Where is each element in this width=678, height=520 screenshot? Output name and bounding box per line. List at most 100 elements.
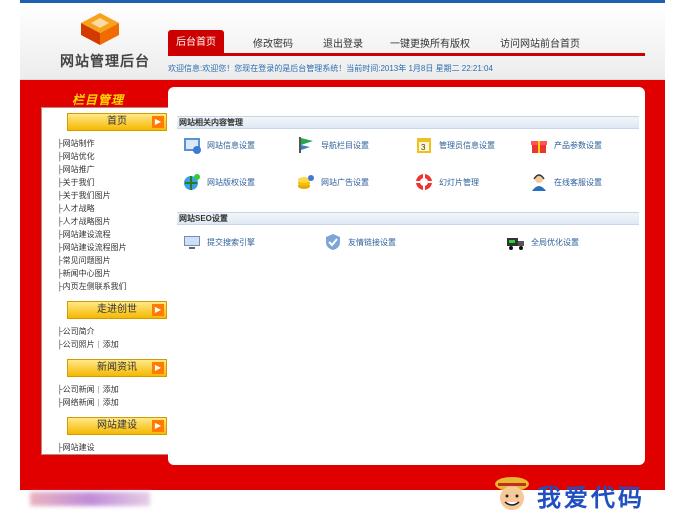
sidebar-item[interactable]: ├网站建设 bbox=[57, 441, 174, 454]
section-title: 网站相关内容管理 bbox=[177, 116, 639, 129]
sidebar-item-label: 网站推广 bbox=[62, 165, 95, 174]
tile-label: 管理员信息设置 bbox=[439, 140, 495, 150]
site-info-icon bbox=[184, 138, 201, 154]
sidebar-item[interactable]: ├网站建设流程 bbox=[57, 228, 174, 241]
sidebar-item-label: 公司简介 bbox=[62, 327, 95, 336]
triangle-right-icon: ▶ bbox=[152, 362, 164, 374]
add-link[interactable]: 添加 bbox=[103, 340, 119, 349]
tile-slideshow[interactable]: 幻灯片管理 bbox=[414, 172, 479, 192]
section-seo: 网站SEO设置 bbox=[177, 212, 639, 225]
support-agent-icon bbox=[532, 174, 546, 191]
sidebar-item-label: 关于我们 bbox=[62, 178, 95, 187]
nav-tab-home[interactable]: 后台首页 bbox=[168, 30, 224, 55]
tile-copyright[interactable]: 网站版权设置 bbox=[182, 172, 255, 192]
tile-label: 全局优化设置 bbox=[531, 237, 579, 247]
sidebar-item[interactable]: ├关于我们图片 bbox=[57, 189, 174, 202]
sidebar-item[interactable]: ├公司简介 bbox=[57, 325, 174, 338]
sidebar-group-label: 新闻资讯 bbox=[97, 362, 137, 373]
sidebar-item-label: 人才战略图片 bbox=[62, 217, 111, 226]
welcome-message: 欢迎信息:欢迎您！您现在登录的是后台管理系统！当前时间:2013年 1月8日 星… bbox=[168, 64, 493, 73]
sidebar-item-label: 人才战略 bbox=[62, 204, 95, 213]
sidebar-group-website[interactable]: 网站建设 ▶ bbox=[67, 417, 167, 435]
triangle-right-icon: ▶ bbox=[152, 420, 164, 432]
tile-label: 提交搜索引擎 bbox=[207, 237, 255, 247]
blurred-footer-text bbox=[30, 492, 150, 506]
sidebar-item[interactable]: ├公司照片 | 添加 bbox=[57, 338, 174, 351]
tile-label: 在线客服设置 bbox=[554, 177, 602, 187]
sidebar-group-label: 网站建设 bbox=[97, 420, 137, 431]
sidebar-item-label: 网络新闻 bbox=[62, 398, 95, 407]
tile-site-info[interactable]: 网站信息设置 bbox=[182, 135, 255, 155]
tile-online-support[interactable]: 在线客服设置 bbox=[529, 172, 602, 192]
truck-icon bbox=[507, 238, 524, 250]
sidebar: 首页 ▶ ├网站制作 ├网站优化 ├网站推广 ├关于我们 ├关于我们图片 ├人才… bbox=[41, 107, 183, 455]
tile-global-seo[interactable]: 全局优化设置 bbox=[506, 232, 579, 252]
tile-label: 网站信息设置 bbox=[207, 140, 255, 150]
sidebar-item[interactable]: ├人才战略图片 bbox=[57, 215, 174, 228]
sidebar-title: 栏目管理 bbox=[72, 93, 125, 107]
add-link[interactable]: 添加 bbox=[103, 398, 119, 407]
tile-label: 幻灯片管理 bbox=[439, 177, 479, 187]
tile-label: 产品参数设置 bbox=[554, 140, 602, 150]
sidebar-item[interactable]: ├网站优化 bbox=[57, 150, 174, 163]
sidebar-item-label: 新闻中心图片 bbox=[62, 269, 111, 278]
sidebar-item-label: 常见问题图片 bbox=[62, 256, 111, 265]
sidebar-group-news[interactable]: 新闻资讯 ▶ bbox=[67, 359, 167, 377]
svg-text:3: 3 bbox=[421, 143, 426, 152]
sidebar-group-label: 首页 bbox=[107, 116, 127, 127]
sidebar-item[interactable]: ├网站制作 bbox=[57, 137, 174, 150]
monitor-icon bbox=[184, 236, 200, 249]
sidebar-item[interactable]: ├内页左侧联系我们 bbox=[57, 280, 174, 293]
sidebar-item[interactable]: ├网络新闻 | 添加 bbox=[57, 396, 174, 409]
sidebar-group-about[interactable]: 走进创世 ▶ bbox=[67, 301, 167, 319]
sidebar-item[interactable]: ├人才战略 bbox=[57, 202, 174, 215]
logo-text: 网站管理后台 bbox=[60, 53, 150, 69]
header: 网站管理后台 后台首页 修改密码 退出登录 一键更换所有版权 访问网站前台首页 … bbox=[20, 3, 665, 80]
sidebar-item-label: 网站优化 bbox=[62, 152, 95, 161]
shield-link-icon bbox=[326, 234, 340, 250]
sidebar-item[interactable]: ├常见问题图片 bbox=[57, 254, 174, 267]
triangle-right-icon: ▶ bbox=[152, 116, 164, 128]
sidebar-menu: 首页 ▶ ├网站制作 ├网站优化 ├网站推广 ├关于我们 ├关于我们图片 ├人才… bbox=[42, 108, 174, 454]
lifebuoy-icon bbox=[416, 174, 432, 190]
sidebar-item-label: 公司照片 bbox=[62, 340, 95, 349]
sidebar-item-label: 网站建设流程图片 bbox=[62, 243, 127, 252]
admin-calendar-icon: 3 bbox=[417, 138, 431, 153]
content-panel: 网站相关内容管理 网站信息设置 导航栏目设置 3 管理员信息设置 产品参数设置 … bbox=[168, 87, 645, 465]
sidebar-item-label: 关于我们图片 bbox=[62, 191, 111, 200]
tile-ads[interactable]: 网站广告设置 bbox=[296, 172, 369, 192]
sidebar-item[interactable]: ├新闻中心图片 bbox=[57, 267, 174, 280]
sidebar-item-label: 网站建设流程 bbox=[62, 230, 111, 239]
triangle-right-icon: ▶ bbox=[152, 304, 164, 316]
nav-tab-visit-frontend[interactable]: 访问网站前台首页 bbox=[500, 35, 580, 50]
sidebar-group-home[interactable]: 首页 ▶ bbox=[67, 113, 167, 131]
nav-tab-change-password[interactable]: 修改密码 bbox=[253, 35, 293, 50]
tile-submit-search[interactable]: 提交搜索引擎 bbox=[182, 232, 255, 252]
nav-tab-logout[interactable]: 退出登录 bbox=[323, 35, 363, 50]
tile-label: 网站广告设置 bbox=[321, 177, 369, 187]
nav-tab-replace-copyright[interactable]: 一键更换所有版权 bbox=[390, 35, 470, 50]
sidebar-item[interactable]: ├网站建设流程图片 bbox=[57, 241, 174, 254]
section-title: 网站SEO设置 bbox=[177, 212, 639, 225]
logo-mark-icon bbox=[81, 13, 119, 45]
watermark-text: 我爱代码 bbox=[537, 483, 645, 512]
sidebar-item[interactable]: ├关于我们 bbox=[57, 176, 174, 189]
tile-label: 网站版权设置 bbox=[207, 177, 255, 187]
globe-pin-icon bbox=[184, 174, 200, 190]
tile-nav-settings[interactable]: 导航栏目设置 bbox=[296, 135, 369, 155]
gift-icon bbox=[531, 141, 547, 153]
sidebar-item-label: 内页左侧联系我们 bbox=[62, 282, 127, 291]
tile-admin-info[interactable]: 3 管理员信息设置 bbox=[414, 135, 495, 155]
add-link[interactable]: 添加 bbox=[103, 385, 119, 394]
section-site-content: 网站相关内容管理 bbox=[177, 116, 639, 129]
top-nav: 后台首页 修改密码 退出登录 一键更换所有版权 访问网站前台首页 bbox=[168, 30, 645, 56]
tile-product-params[interactable]: 产品参数设置 bbox=[529, 135, 602, 155]
sidebar-item-label: 网站建设 bbox=[62, 443, 95, 452]
sidebar-item[interactable]: ├网站推广 bbox=[57, 163, 174, 176]
logo[interactable]: 网站管理后台 bbox=[55, 11, 149, 75]
pirate-face-icon bbox=[495, 477, 529, 510]
sidebar-item-label: 网站制作 bbox=[62, 139, 95, 148]
sidebar-item-label: 公司新闻 bbox=[62, 385, 95, 394]
sidebar-item[interactable]: ├公司新闻 | 添加 bbox=[57, 383, 174, 396]
tile-friend-links[interactable]: 友情链接设置 bbox=[323, 232, 396, 252]
